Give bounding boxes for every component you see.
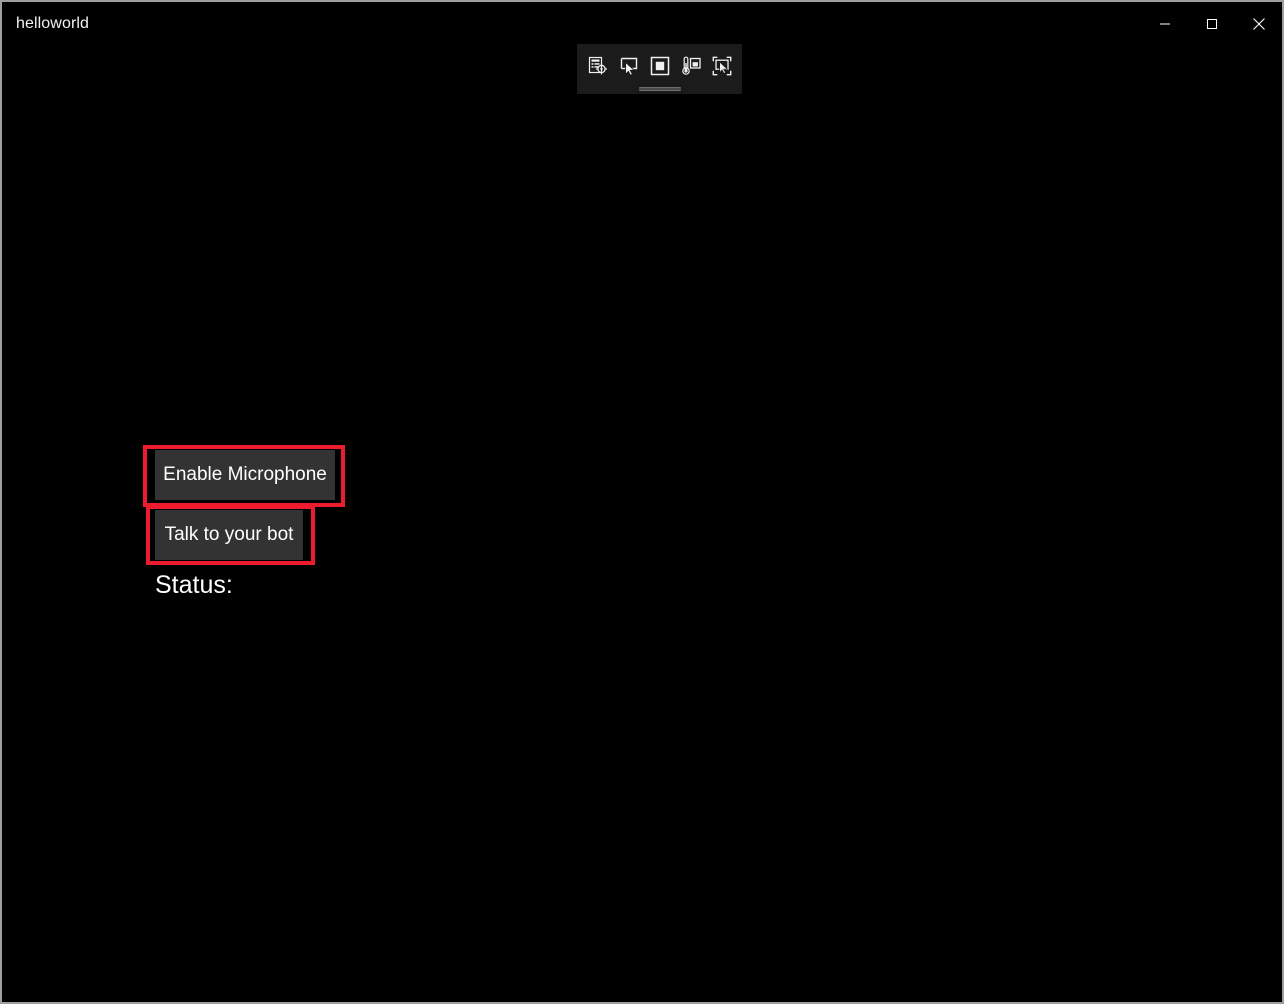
talk-to-your-bot-button[interactable]: Talk to your bot (155, 510, 303, 560)
window-controls (1141, 2, 1282, 46)
maximize-icon (1206, 18, 1218, 30)
client-content-area: Enable Microphone Talk to your bot Statu… (2, 46, 1282, 1002)
close-button[interactable] (1235, 2, 1282, 46)
application-window: helloworld Enable Microphone Talk to you… (2, 2, 1282, 1002)
close-icon (1252, 17, 1266, 31)
title-bar[interactable]: helloworld (2, 2, 1282, 46)
minimize-button[interactable] (1141, 2, 1188, 46)
minimize-icon (1159, 18, 1171, 30)
maximize-button[interactable] (1188, 2, 1235, 46)
status-label: Status: (155, 571, 233, 599)
window-title: helloworld (16, 15, 90, 32)
enable-microphone-button[interactable]: Enable Microphone (155, 450, 335, 500)
